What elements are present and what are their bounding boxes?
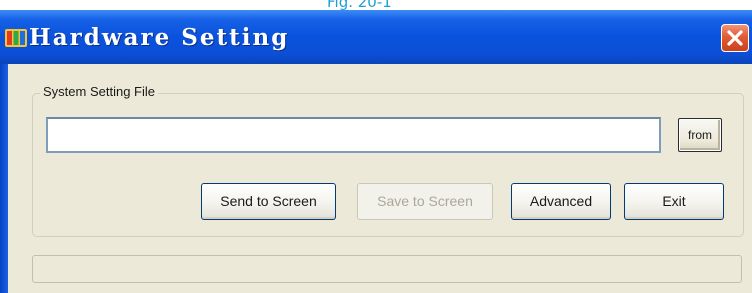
window-title: Hardware Setting: [29, 24, 290, 51]
close-icon: [727, 30, 743, 46]
system-setting-group-label: System Setting File: [40, 84, 158, 99]
system-setting-file-input[interactable]: [46, 117, 661, 153]
save-to-screen-button[interactable]: Save to Screen: [357, 183, 493, 220]
title-bar[interactable]: Hardware Setting: [0, 10, 752, 64]
window-frame-left: [0, 64, 8, 293]
status-bar: [32, 255, 742, 283]
advanced-button[interactable]: Advanced: [511, 183, 611, 220]
hardware-setting-window: Hardware Setting System Setting File fro…: [0, 10, 752, 293]
send-to-screen-button[interactable]: Send to Screen: [201, 183, 336, 220]
close-button[interactable]: [721, 24, 749, 52]
exit-button[interactable]: Exit: [624, 183, 724, 220]
led-app-icon: [5, 29, 27, 47]
from-button[interactable]: from: [678, 118, 722, 152]
